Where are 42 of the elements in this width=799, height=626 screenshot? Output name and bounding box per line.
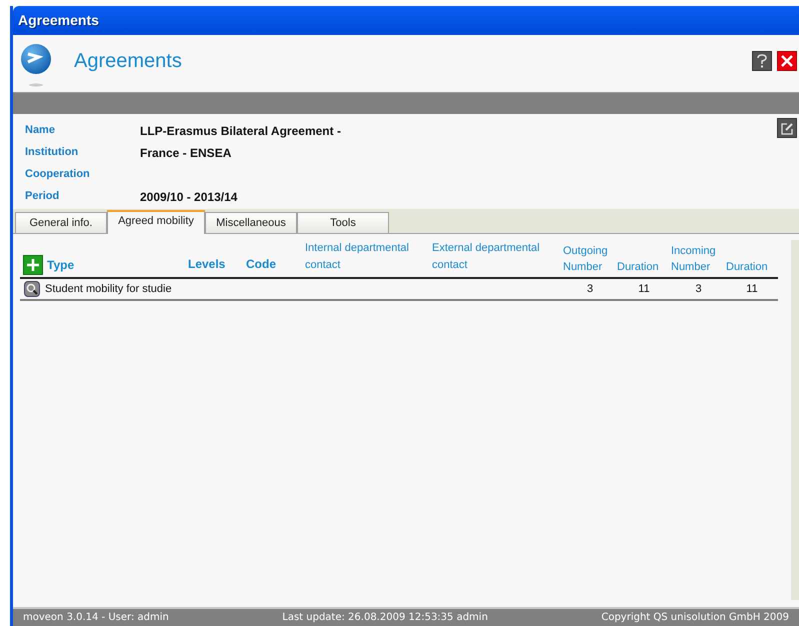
table-cell-text: 11	[745, 282, 759, 297]
page-title: Agreements	[74, 48, 182, 74]
plus-icon	[27, 259, 39, 271]
status-text: Last update: 26.08.2009 12:53:35 admin	[282, 611, 488, 625]
tab[interactable]: Agreed mobility	[107, 210, 205, 234]
column-header: External departmental contact	[432, 242, 540, 270]
magnifier-icon	[26, 283, 38, 295]
tab[interactable]: Miscellaneous	[205, 212, 297, 233]
help-button[interactable]	[752, 50, 772, 70]
view-button[interactable]	[24, 281, 40, 297]
help-icon	[757, 54, 767, 68]
column-group-header: Incoming	[671, 244, 717, 259]
field-value: France - ENSEA	[140, 144, 232, 162]
table-cell-text: 3	[586, 282, 594, 297]
column-header: Number	[563, 260, 604, 275]
status-text: Copyright QS unisolution GmbH 2009	[601, 611, 789, 625]
tab[interactable]: Tools	[297, 212, 389, 233]
column-header: Internal departmental contact	[305, 242, 409, 270]
table-cell-text: 3	[694, 282, 703, 297]
column-group-header: Outgoing	[563, 244, 609, 259]
field-label: Cooperation	[25, 167, 91, 182]
column-header: Type	[47, 257, 74, 274]
status-text: moveon 3.0.14 - User: admin	[23, 611, 169, 625]
table-cell-text: Student mobility for studie	[45, 282, 172, 297]
edit-icon	[780, 122, 794, 134]
column-header: Duration	[726, 260, 769, 275]
window-title: Agreements	[18, 11, 99, 30]
table-cell-text: 11	[637, 282, 651, 297]
column-header: Code	[246, 256, 276, 272]
column-header: Levels	[188, 256, 226, 272]
close-icon	[781, 54, 793, 66]
edit-button[interactable]	[777, 118, 797, 138]
field-label: Period	[25, 189, 60, 204]
field-value: LLP-Erasmus Bilateral Agreement -	[140, 122, 341, 140]
close-button[interactable]	[777, 50, 797, 70]
field-value: 2009/10 - 2013/14	[140, 188, 238, 206]
tab[interactable]: General info.	[15, 212, 107, 233]
field-label: Institution	[25, 145, 80, 160]
field-label: Name	[25, 123, 56, 138]
column-header: Duration	[617, 260, 660, 275]
add-button[interactable]	[23, 255, 43, 275]
column-header: Number	[671, 260, 712, 275]
